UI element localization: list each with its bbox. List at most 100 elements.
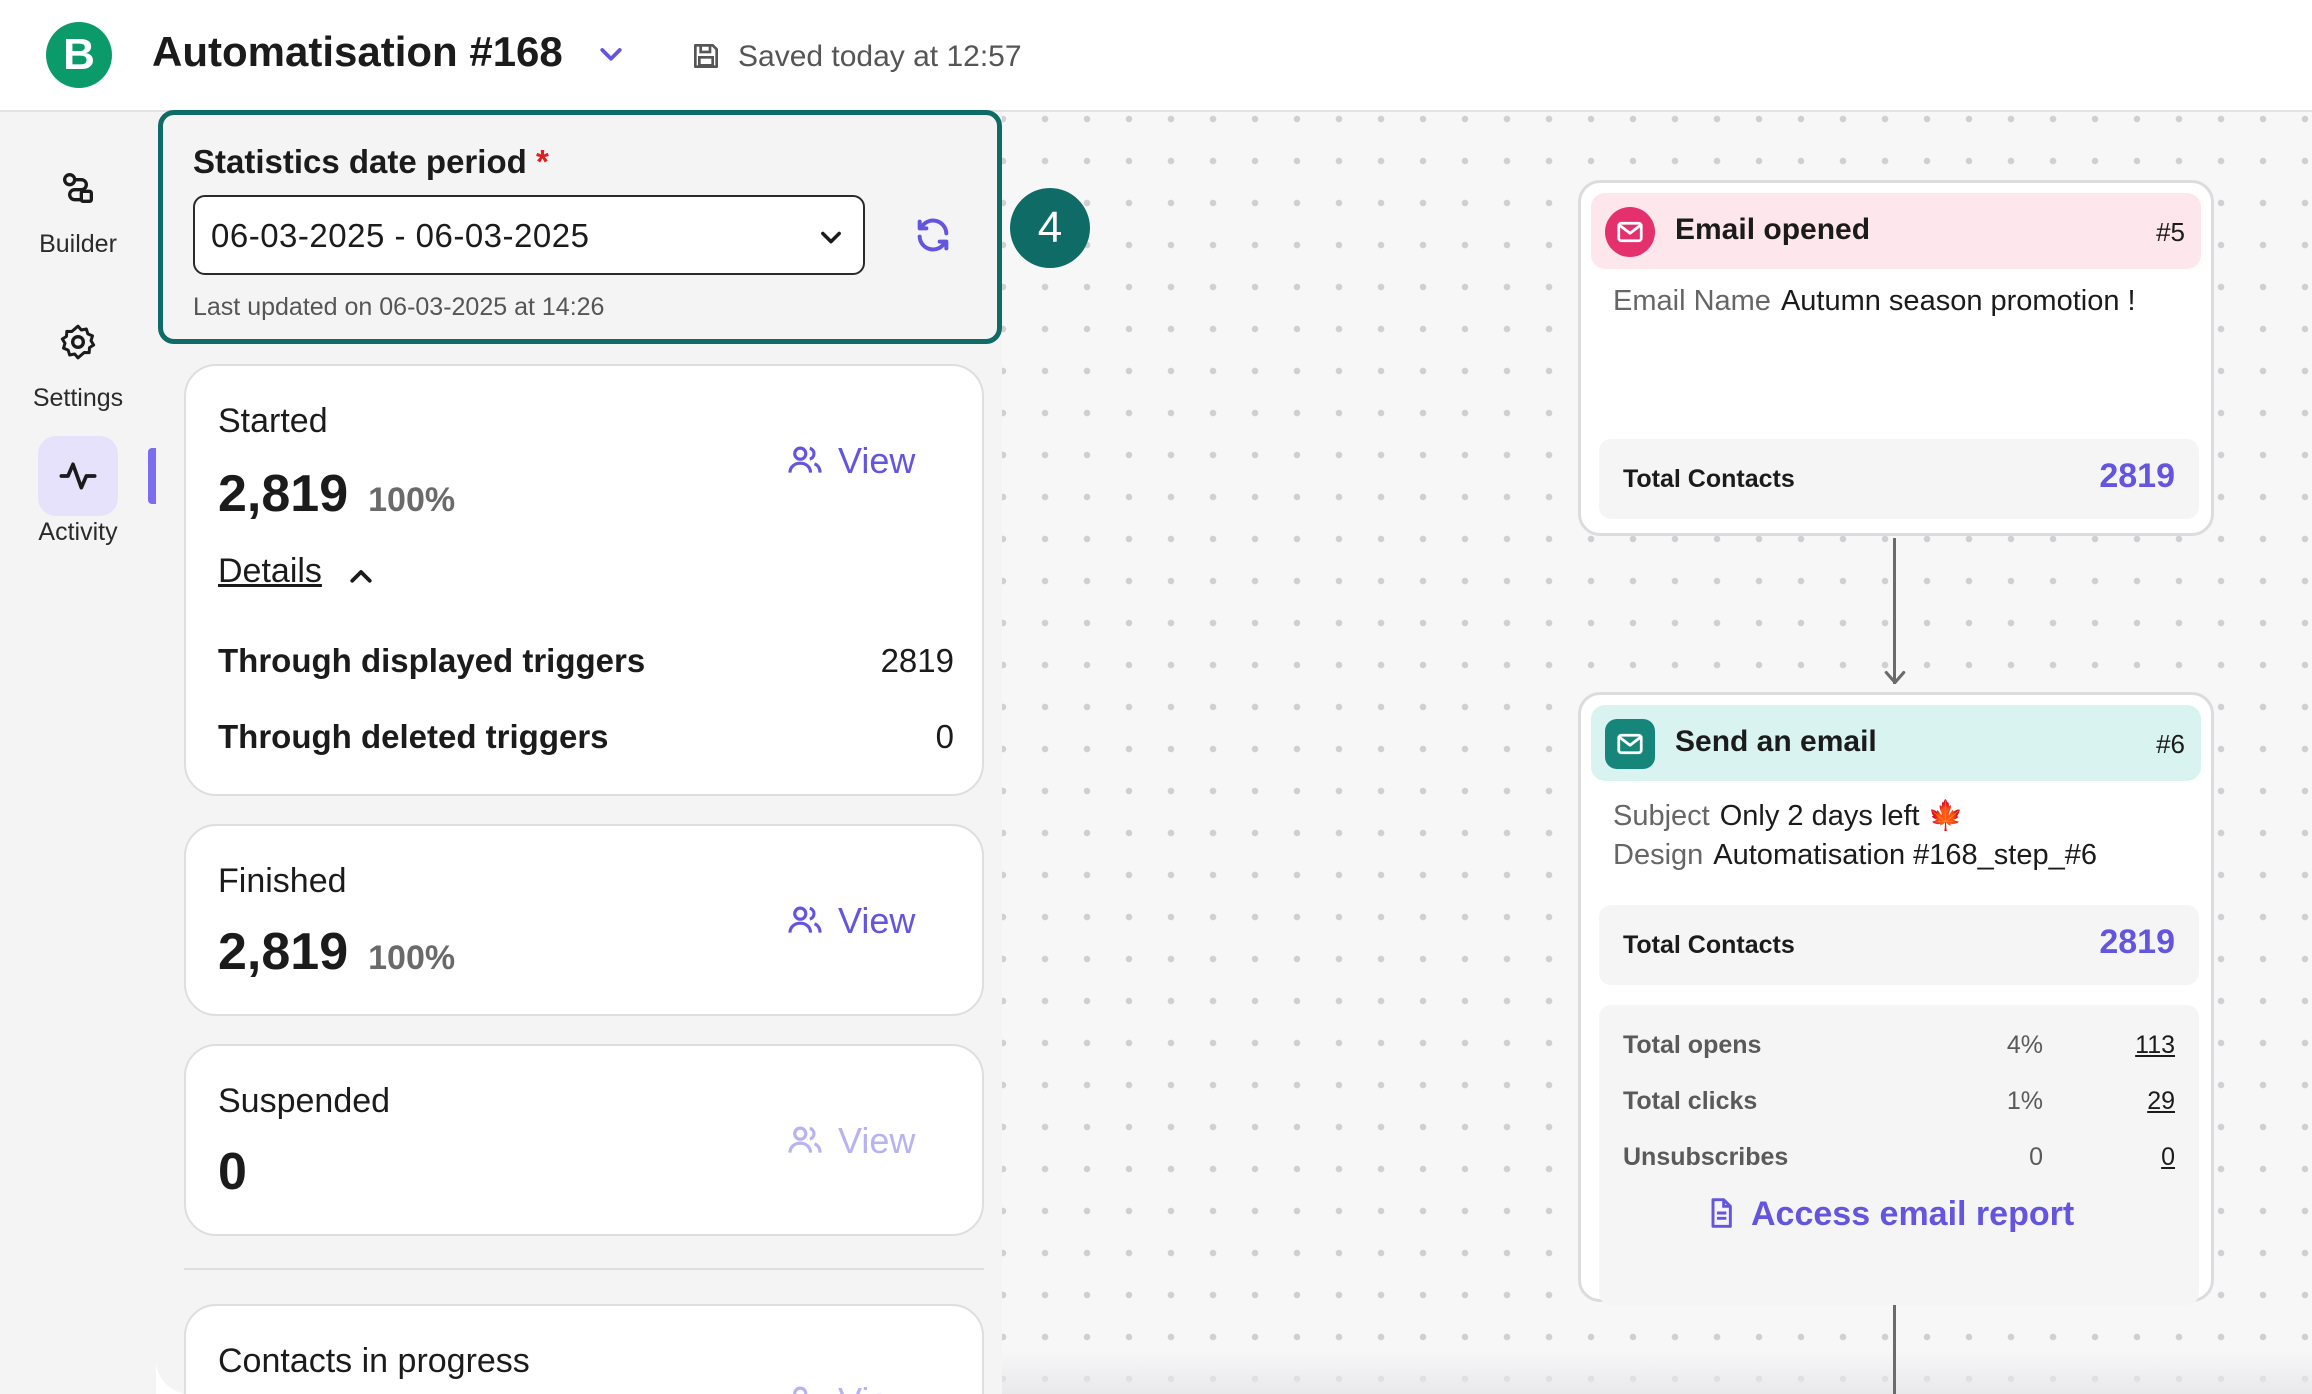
card-label: Started bbox=[218, 402, 328, 440]
document-icon bbox=[1711, 1198, 1732, 1228]
save-icon bbox=[694, 44, 718, 68]
nav-activity[interactable]: Activity bbox=[0, 436, 156, 547]
arrow-down-icon bbox=[1884, 670, 1906, 685]
card-label: Contacts in progress bbox=[218, 1342, 530, 1380]
total-contacts-box: Total Contacts 2819 bbox=[1599, 905, 2199, 985]
envelope-icon bbox=[1605, 719, 1655, 769]
step-number-badge: 4 bbox=[1010, 188, 1090, 268]
view-in-progress-button[interactable]: View bbox=[786, 1380, 915, 1394]
node-field: Email Name Autumn season promotion ! bbox=[1613, 285, 2136, 318]
gear-icon bbox=[38, 302, 118, 382]
required-mark: * bbox=[535, 143, 549, 180]
view-label: View bbox=[838, 1120, 916, 1161]
email-opened-node[interactable]: Email opened #5 Email Name Autumn season … bbox=[1578, 180, 2214, 536]
metric-label: Total clicks bbox=[1623, 1087, 1758, 1115]
metric-row: Total opens 4% 113 bbox=[1623, 1031, 2175, 1060]
field-key: Design bbox=[1613, 839, 1704, 871]
trigger-row: Through deleted triggers 0 bbox=[218, 718, 954, 756]
field-value: Automatisation #168_step_#6 bbox=[1713, 839, 2098, 871]
finished-card: Finished 2,819 100% View bbox=[184, 824, 984, 1016]
users-icon bbox=[788, 906, 822, 933]
metric-row: Unsubscribes 0 0 bbox=[1623, 1143, 2175, 1172]
brand-logo[interactable]: B bbox=[46, 22, 112, 88]
card-value-number: 0 bbox=[218, 1143, 247, 1201]
last-updated-text: Last updated on 06-03-2025 at 14:26 bbox=[193, 293, 605, 321]
date-range-select[interactable]: 06-03-2025 - 06-03-2025 bbox=[193, 195, 865, 275]
envelope-icon bbox=[1605, 207, 1655, 257]
card-label: Suspended bbox=[218, 1082, 391, 1120]
total-value[interactable]: 2819 bbox=[2099, 923, 2175, 962]
send-email-node[interactable]: Send an email #6 Subject Only 2 days left… bbox=[1578, 692, 2214, 1305]
nav-builder-label: Builder bbox=[39, 230, 117, 258]
card-value: 2,819 100% bbox=[218, 464, 455, 524]
field-key: Email Name bbox=[1613, 285, 1771, 317]
active-nav-indicator bbox=[148, 448, 156, 504]
metric-count[interactable]: 113 bbox=[2135, 1031, 2175, 1060]
node-field: Subject Only 2 days left 🍁 bbox=[1613, 799, 1964, 833]
total-label: Total Contacts bbox=[1623, 931, 1795, 959]
saved-status: Saved today at 12:57 bbox=[738, 40, 1022, 73]
node-field: Design Automatisation #168_step_#6 bbox=[1613, 839, 2097, 872]
users-icon bbox=[788, 446, 822, 473]
card-value: 2,819 100% bbox=[218, 922, 455, 982]
canvas-bottom-shade bbox=[1002, 1350, 2312, 1394]
section-divider bbox=[184, 1268, 984, 1270]
nav-activity-label: Activity bbox=[38, 518, 118, 546]
top-bar: B Automatisation #168 Saved today at 12:… bbox=[0, 0, 2312, 112]
chevron-down-icon[interactable] bbox=[596, 40, 626, 70]
email-metrics: Total opens 4% 113 Total clicks 1% 29 Unsubs… bbox=[1599, 1005, 2199, 1305]
total-label: Total Contacts bbox=[1623, 465, 1795, 493]
left-nav: Builder Settings Activity bbox=[0, 112, 156, 1394]
started-card: Started 2,819 100% View Details Through d… bbox=[184, 364, 984, 796]
node-title: Email opened bbox=[1675, 213, 1871, 246]
view-label: View bbox=[838, 440, 916, 481]
users-icon bbox=[788, 1126, 822, 1153]
details-toggle[interactable]: Details bbox=[218, 552, 322, 591]
metric-label: Total opens bbox=[1623, 1031, 1762, 1059]
chevron-up-icon[interactable] bbox=[346, 562, 376, 592]
users-icon bbox=[793, 1386, 808, 1394]
card-label: Finished bbox=[218, 862, 347, 900]
trigger-value: 2819 bbox=[880, 642, 954, 679]
card-value: 0 bbox=[218, 1142, 247, 1202]
node-title: Send an email bbox=[1675, 725, 1877, 758]
metric-label: Unsubscribes bbox=[1623, 1143, 1789, 1171]
card-percent: 100% bbox=[368, 481, 456, 519]
date-range-value: 06-03-2025 - 06-03-2025 bbox=[211, 217, 590, 254]
metric-count[interactable]: 0 bbox=[2161, 1143, 2175, 1172]
nav-settings[interactable]: Settings bbox=[0, 302, 156, 413]
automation-title: Automatisation #168 bbox=[152, 28, 563, 75]
field-value: Autumn season promotion ! bbox=[1780, 285, 2136, 317]
date-period-label-text: Statistics date period bbox=[193, 143, 527, 180]
builder-icon bbox=[38, 148, 118, 228]
view-label: View bbox=[838, 1380, 915, 1394]
view-finished-button[interactable]: View bbox=[786, 900, 915, 942]
view-suspended-button[interactable]: View bbox=[786, 1120, 915, 1162]
metric-percent: 0 bbox=[2029, 1143, 2043, 1171]
nav-builder[interactable]: Builder bbox=[0, 148, 156, 259]
in-progress-card: Contacts in progress View bbox=[184, 1304, 984, 1394]
card-percent: 100% bbox=[368, 939, 456, 977]
card-value-number: 2,819 bbox=[218, 923, 349, 981]
node-number: #5 bbox=[2156, 217, 2185, 247]
field-key: Subject bbox=[1613, 800, 1710, 832]
chevron-down-icon bbox=[821, 231, 841, 244]
trigger-label: Through displayed triggers bbox=[218, 642, 646, 679]
view-label: View bbox=[838, 900, 916, 941]
date-period-label: Statistics date period * bbox=[193, 143, 549, 181]
node-header: Email opened #5 bbox=[1591, 193, 2201, 269]
access-email-report-link[interactable]: Access email report bbox=[1705, 1195, 2074, 1234]
trigger-label: Through deleted triggers bbox=[218, 718, 609, 755]
activity-icon bbox=[38, 436, 118, 516]
flow-connector bbox=[1893, 1304, 1896, 1394]
report-link-label: Access email report bbox=[1751, 1195, 2075, 1233]
node-header: Send an email #6 bbox=[1591, 705, 2201, 781]
total-value[interactable]: 2819 bbox=[2099, 457, 2175, 496]
metric-percent: 1% bbox=[2006, 1087, 2043, 1115]
total-contacts-box: Total Contacts 2819 bbox=[1599, 439, 2199, 519]
date-period-section: Statistics date period * 06-03-2025 - 06… bbox=[158, 110, 1002, 344]
node-number: #6 bbox=[2156, 729, 2185, 759]
view-started-button[interactable]: View bbox=[786, 440, 915, 482]
metric-count[interactable]: 29 bbox=[2147, 1087, 2175, 1116]
refresh-icon[interactable] bbox=[913, 215, 953, 255]
